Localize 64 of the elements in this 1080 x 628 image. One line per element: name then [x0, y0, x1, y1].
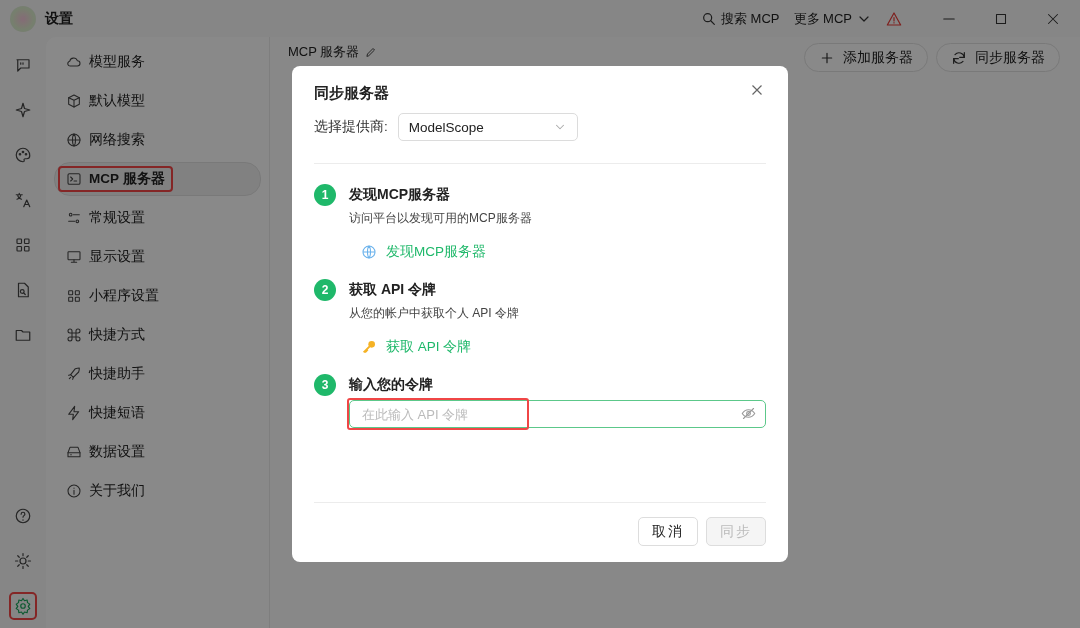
step-number: 2: [314, 279, 336, 301]
nav-item[interactable]: 关于我们: [54, 474, 261, 508]
nav-label: 快捷助手: [89, 365, 145, 383]
nav-label: 小程序设置: [89, 287, 159, 305]
rocket-icon: [66, 366, 82, 382]
sync-server-button[interactable]: 同步服务器: [936, 43, 1060, 72]
cloud-icon: [66, 54, 82, 70]
step-description: 从您的帐户中获取个人 API 令牌: [349, 305, 519, 322]
nav-item[interactable]: 常规设置: [54, 201, 261, 235]
nav-label: MCP 服务器: [89, 170, 165, 188]
add-server-button[interactable]: 添加服务器: [804, 43, 928, 72]
drive-icon: [66, 444, 82, 460]
nav-label: 快捷方式: [89, 326, 145, 344]
app-logo: [10, 5, 36, 32]
nav-item[interactable]: 默认模型: [54, 84, 261, 118]
nav-item[interactable]: 模型服务: [54, 45, 261, 79]
step-description: 访问平台以发现可用的MCP服务器: [349, 210, 532, 227]
info-icon: [66, 483, 82, 499]
nav-label: 显示设置: [89, 248, 145, 266]
nav-item[interactable]: MCP 服务器: [54, 162, 261, 196]
provider-label: 选择提供商:: [314, 118, 388, 136]
grid-icon: [66, 288, 82, 304]
search-mcp-button[interactable]: 搜索 MCP: [701, 9, 780, 28]
nav-item[interactable]: 数据设置: [54, 435, 261, 469]
terminal-icon: [66, 171, 82, 187]
page-title: MCP 服务器: [288, 43, 360, 61]
warning-icon[interactable]: [886, 10, 902, 27]
pencil-icon[interactable]: [365, 46, 378, 58]
monitor-icon: [66, 249, 82, 265]
globe-icon: [66, 132, 82, 148]
dialog-title: 同步服务器: [314, 84, 389, 103]
window-title: 设置: [45, 9, 73, 28]
globe-icon: [361, 244, 377, 260]
nav-label: 常规设置: [89, 209, 145, 227]
nav-label: 网络搜索: [89, 131, 145, 149]
sync-icon: [951, 49, 967, 66]
nav-label: 数据设置: [89, 443, 145, 461]
nav-item[interactable]: 小程序设置: [54, 279, 261, 313]
step-title: 获取 API 令牌: [349, 281, 437, 299]
provider-select[interactable]: ModelScope: [397, 113, 578, 141]
nav-item[interactable]: 网络搜索: [54, 123, 261, 157]
step-title: 发现MCP服务器: [349, 186, 451, 204]
sliders-icon: [66, 210, 82, 226]
nav-item[interactable]: 快捷方式: [54, 318, 261, 352]
settings-icon[interactable]: [9, 592, 37, 620]
step-number: 1: [314, 184, 336, 206]
eye-off-icon[interactable]: [741, 406, 756, 421]
token-input-field[interactable]: 在此输入 API 令牌: [349, 400, 766, 428]
nav-item[interactable]: 显示设置: [54, 240, 261, 274]
more-mcp-dropdown[interactable]: 更多 MCP: [793, 9, 872, 28]
nav-label: 快捷短语: [89, 404, 145, 422]
bolt-icon: [66, 405, 82, 421]
cancel-button[interactable]: 取消: [638, 517, 698, 546]
nav-item[interactable]: 快捷短语: [54, 396, 261, 430]
cube-icon: [66, 93, 82, 109]
search-icon: [701, 10, 717, 27]
nav-item[interactable]: 快捷助手: [54, 357, 261, 391]
step-title: 输入您的令牌: [349, 376, 433, 394]
step-number: 3: [314, 374, 336, 396]
nav-label: 默认模型: [89, 92, 145, 110]
command-icon: [66, 327, 82, 343]
key-icon: [361, 339, 377, 355]
nav-label: 模型服务: [89, 53, 145, 71]
nav-label: 关于我们: [89, 482, 145, 500]
